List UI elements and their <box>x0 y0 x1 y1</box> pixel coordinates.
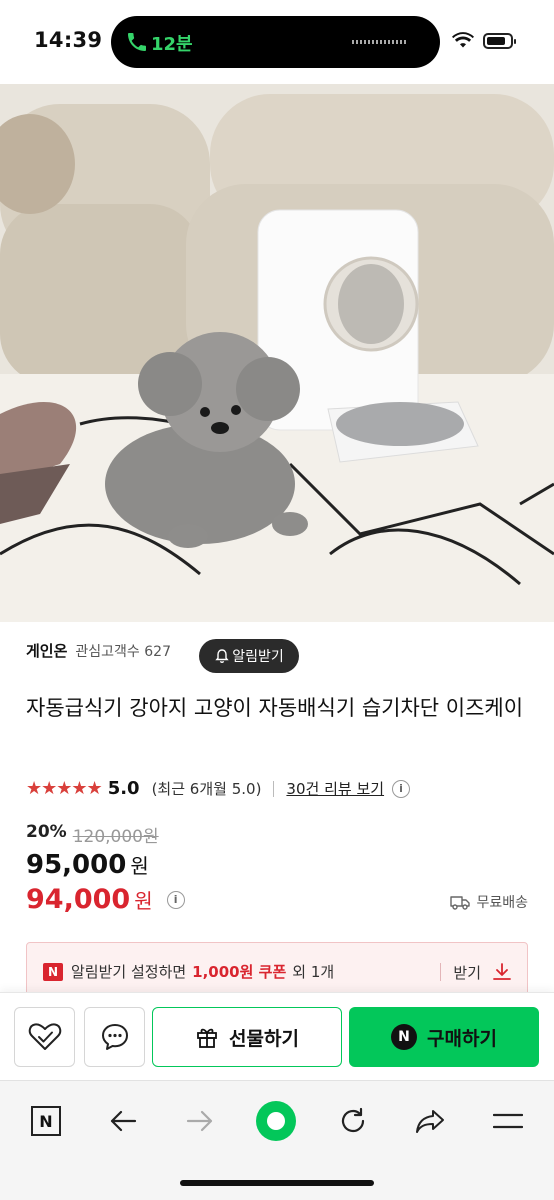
call-duration: 12분 <box>151 34 193 55</box>
rating-score: 5.0 <box>107 778 140 799</box>
wifi-icon <box>452 32 474 48</box>
menu-button[interactable] <box>486 1099 530 1143</box>
seller-info: 게인온 관심고객수 627 <box>26 640 171 661</box>
naver-home-button[interactable]: N <box>24 1099 68 1143</box>
green-dot-icon <box>256 1101 296 1141</box>
share-icon <box>416 1110 444 1133</box>
original-price: 120,000원 <box>72 827 159 847</box>
naver-badge: N <box>43 962 63 981</box>
forward-button[interactable] <box>178 1099 222 1143</box>
shipping-info: 무료배송 <box>450 892 528 912</box>
refresh-icon <box>341 1107 365 1133</box>
arrow-left-icon <box>110 1110 137 1132</box>
product-photo <box>0 84 554 622</box>
currency-label: 원 <box>130 854 149 878</box>
audio-waveform <box>352 40 406 44</box>
product-image-carousel[interactable] <box>0 84 554 622</box>
coupon-download-label: 받기 <box>453 963 481 982</box>
benefit-price-value: 94,000 <box>26 884 131 915</box>
share-button[interactable] <box>408 1099 452 1143</box>
battery-level <box>487 37 505 45</box>
green-dot-button[interactable] <box>254 1099 298 1143</box>
naver-home-badge: N <box>39 1111 53 1131</box>
gift-button[interactable]: 선물하기 <box>152 1007 342 1067</box>
phone-icon <box>128 33 146 51</box>
rating-row: ★★★★★ 5.0 (최근 6개월 5.0) 30건 리뷰 보기 i <box>26 778 411 799</box>
dynamic-island[interactable]: 12분 <box>111 16 440 68</box>
alert-button-label: 알림받기 <box>232 649 284 665</box>
coupon-prefix: 알림받기 설정하면 <box>71 963 187 981</box>
talk-button[interactable] <box>84 1007 145 1067</box>
recent-rating: (최근 6개월 5.0) <box>151 780 262 798</box>
home-indicator <box>180 1180 374 1186</box>
coupon-suffix: 외 1개 <box>292 963 335 981</box>
rating-stars: ★★★★★ <box>26 778 103 799</box>
heart-check-icon <box>28 1023 61 1050</box>
chat-bubble-icon <box>101 1024 128 1050</box>
download-icon <box>493 963 511 980</box>
sale-price: 95,000 원 <box>26 850 149 880</box>
hamburger-menu-icon <box>493 1113 523 1129</box>
refresh-button[interactable] <box>331 1099 375 1143</box>
benefit-price: 94,000 원 i <box>26 884 185 915</box>
coupon-text: N 알림받기 설정하면 1,000원 쿠폰 외 1개 <box>43 961 334 982</box>
divider <box>273 780 275 797</box>
wishlist-button[interactable] <box>14 1007 75 1067</box>
discount-rate: 20% <box>26 822 67 842</box>
shipping-label: 무료배송 <box>476 895 528 911</box>
seller-name[interactable]: 게인온 <box>26 640 67 661</box>
currency-label: 원 <box>134 889 153 913</box>
buy-label: 구매하기 <box>427 1027 497 1050</box>
naver-pay-icon: N <box>391 1024 418 1050</box>
coupon-download[interactable]: 받기 <box>440 961 513 983</box>
sale-price-value: 95,000 <box>26 850 127 880</box>
subscribe-alert-button[interactable]: 알림받기 <box>199 639 299 673</box>
battery-icon <box>483 33 516 49</box>
gift-label: 선물하기 <box>229 1027 299 1050</box>
coupon-amount: 1,000원 쿠폰 <box>192 963 287 981</box>
back-button[interactable] <box>101 1099 145 1143</box>
gift-icon <box>197 1028 217 1048</box>
buy-button[interactable]: N 구매하기 <box>349 1007 539 1067</box>
info-icon[interactable]: i <box>392 779 411 798</box>
arrow-right-icon <box>186 1110 213 1132</box>
review-link[interactable]: 30건 리뷰 보기 <box>286 778 384 799</box>
purchase-action-bar: 선물하기 N 구매하기 <box>0 992 554 1080</box>
info-icon[interactable]: i <box>166 890 185 909</box>
bell-plus-icon <box>215 649 229 664</box>
truck-icon <box>450 896 471 910</box>
divider <box>440 963 442 981</box>
product-title: 자동급식기 강아지 고양이 자동배식기 습기차단 이즈케이 <box>26 696 524 720</box>
status-time: 14:39 <box>34 28 103 52</box>
discount-row: 20% 120,000원 <box>26 822 159 847</box>
naver-home-icon: N <box>31 1106 61 1136</box>
status-bar: 14:39 12분 <box>0 0 554 84</box>
subscriber-count: 관심고객수 627 <box>75 643 171 660</box>
